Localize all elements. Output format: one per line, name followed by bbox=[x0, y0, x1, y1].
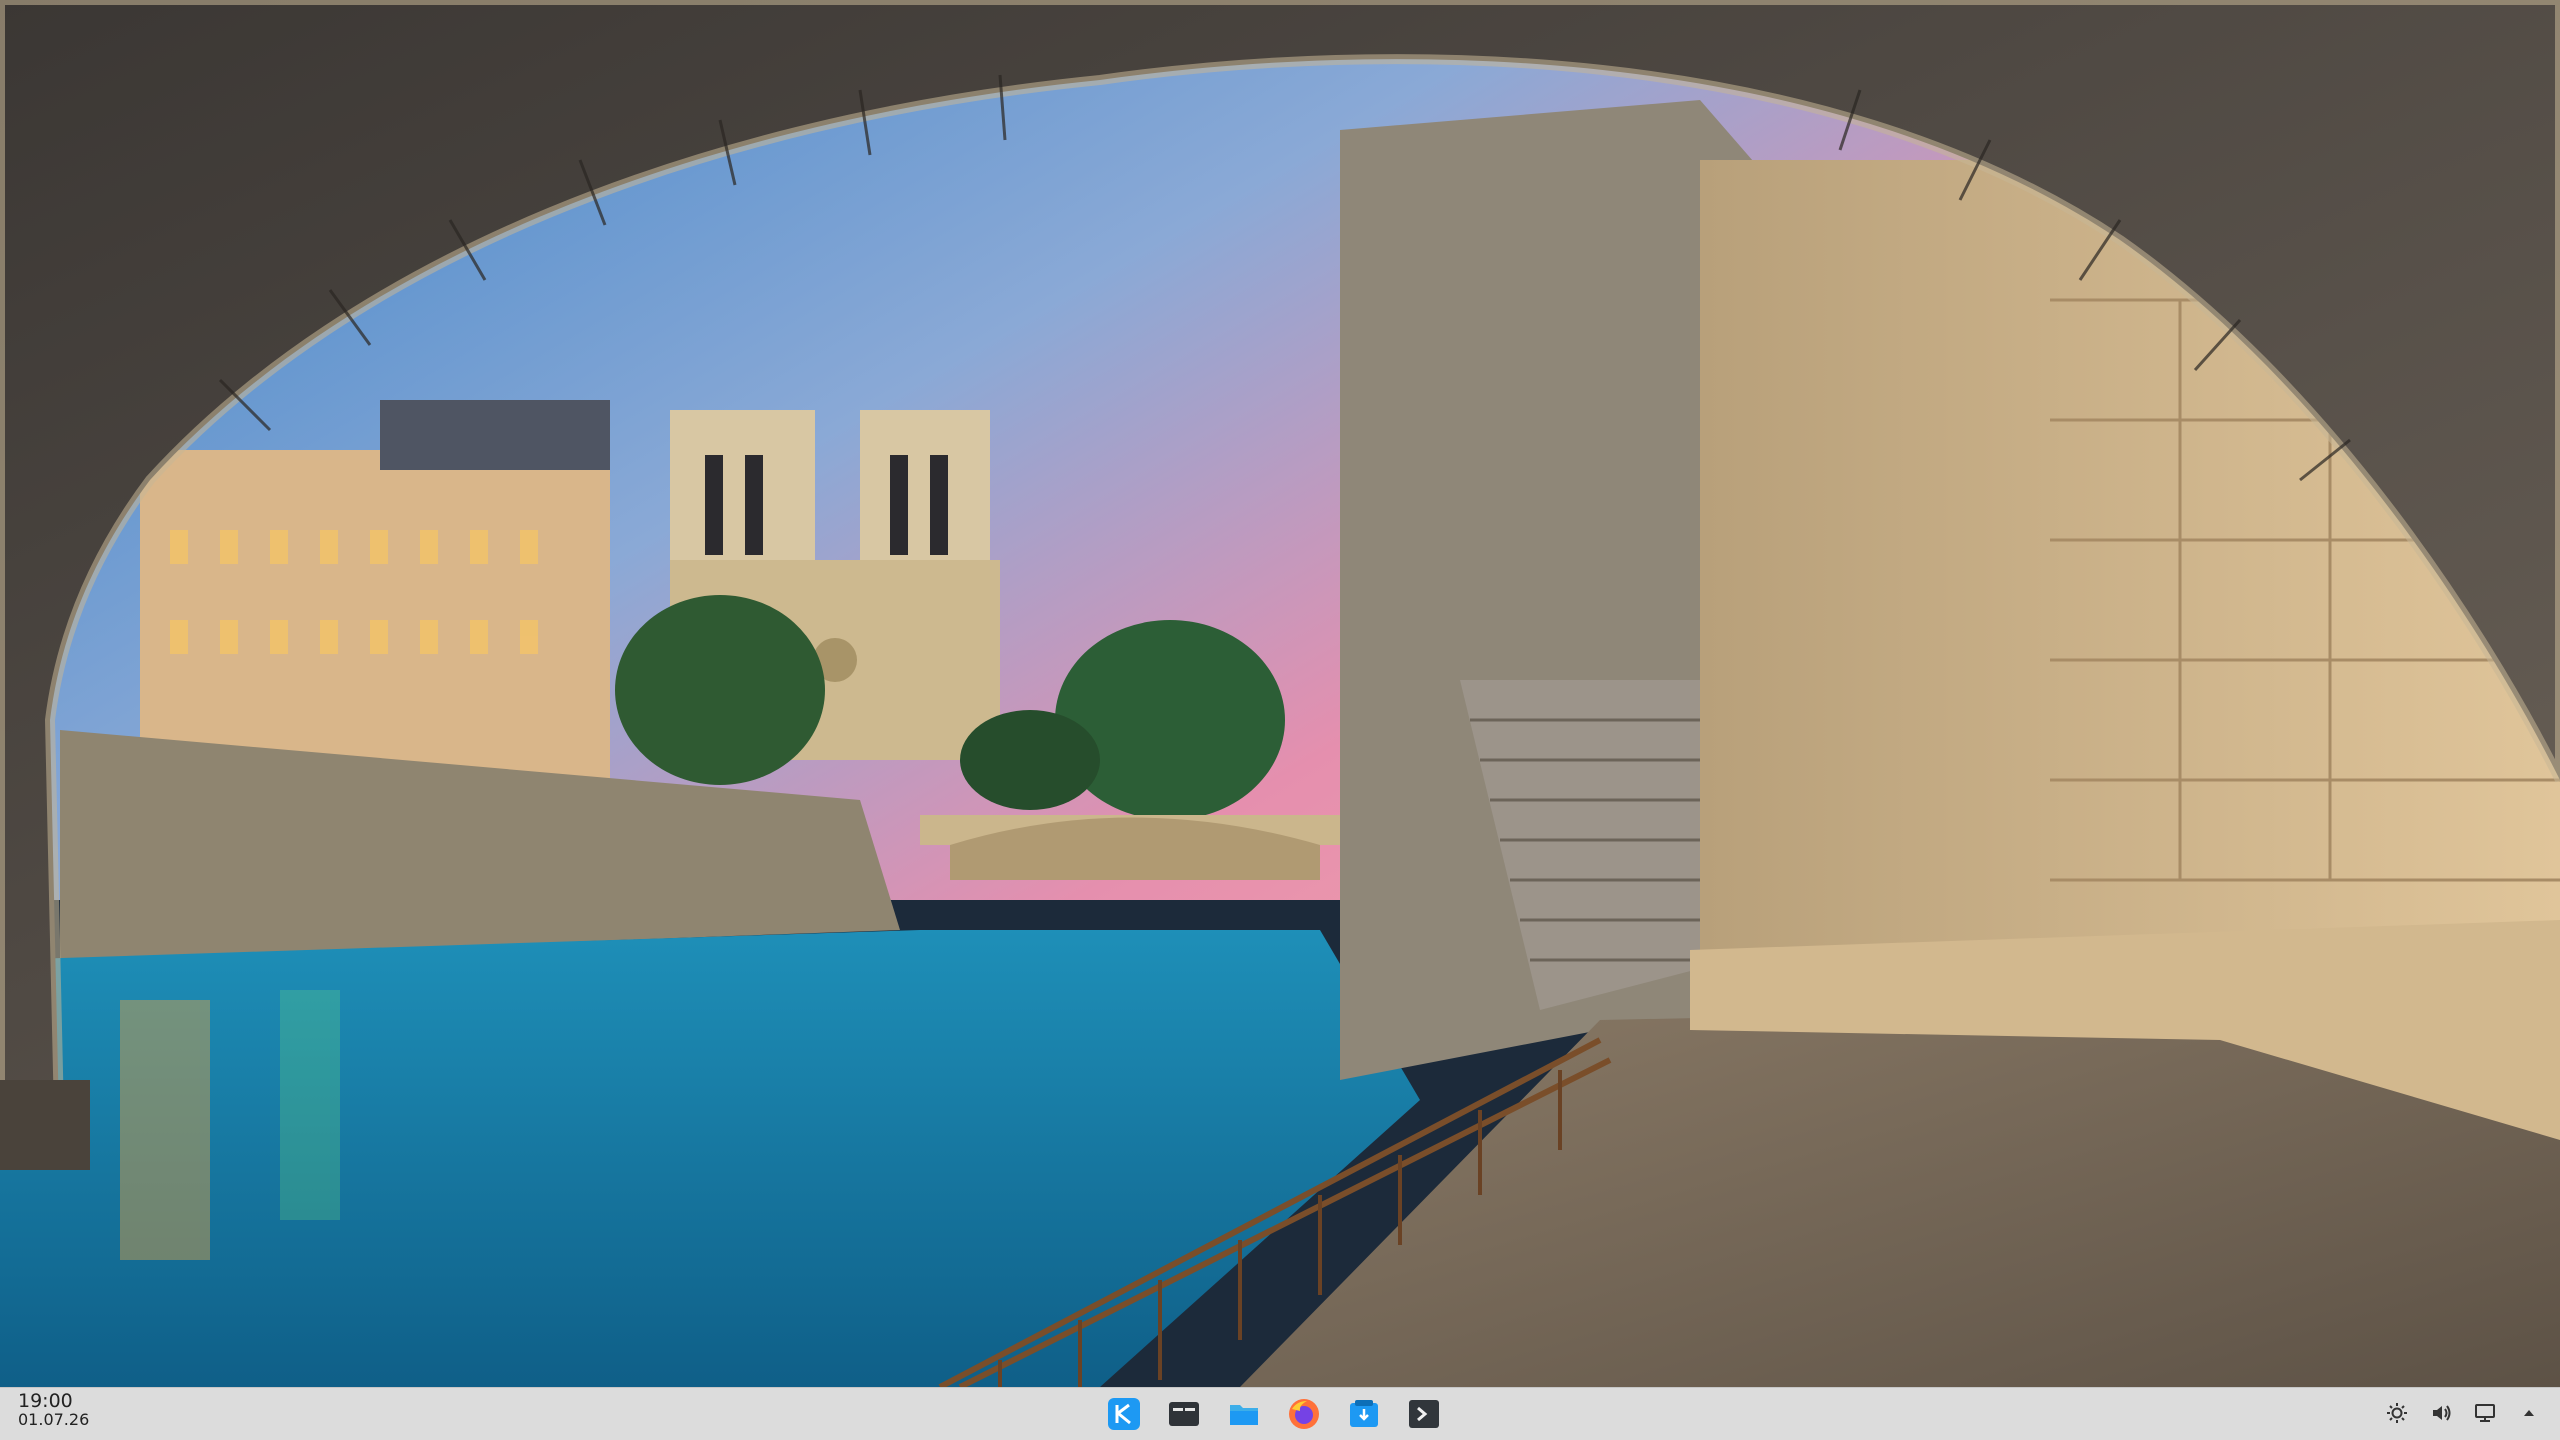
file-manager-button[interactable] bbox=[1224, 1394, 1264, 1434]
window-switcher-icon bbox=[1169, 1402, 1199, 1426]
firefox-icon bbox=[1289, 1399, 1319, 1429]
terminal-icon bbox=[1409, 1400, 1439, 1428]
brightness-icon[interactable] bbox=[2384, 1400, 2410, 1426]
clock-date: 01.07.26 bbox=[18, 1409, 90, 1429]
folder-icon bbox=[1230, 1405, 1258, 1425]
software-store-button[interactable] bbox=[1344, 1394, 1384, 1434]
digital-clock[interactable]: 19:00 01.07.26 bbox=[18, 1390, 90, 1429]
chevron-up-icon[interactable] bbox=[2516, 1400, 2542, 1426]
system-tray bbox=[2384, 1400, 2542, 1426]
task-manager-apps bbox=[1104, 1394, 1444, 1434]
web-browser-button[interactable] bbox=[1284, 1394, 1324, 1434]
store-icon bbox=[1350, 1400, 1378, 1427]
window-switcher-button[interactable] bbox=[1164, 1394, 1204, 1434]
kde-icon bbox=[1108, 1398, 1140, 1430]
clock-time: 19:00 bbox=[18, 1390, 73, 1412]
desktop-wallpaper bbox=[0, 0, 2560, 1387]
taskbar: 19:00 01.07.26 bbox=[0, 1387, 2560, 1440]
display-icon[interactable] bbox=[2472, 1400, 2498, 1426]
volume-icon[interactable] bbox=[2428, 1400, 2454, 1426]
application-launcher-button[interactable] bbox=[1104, 1394, 1144, 1434]
terminal-button[interactable] bbox=[1404, 1394, 1444, 1434]
